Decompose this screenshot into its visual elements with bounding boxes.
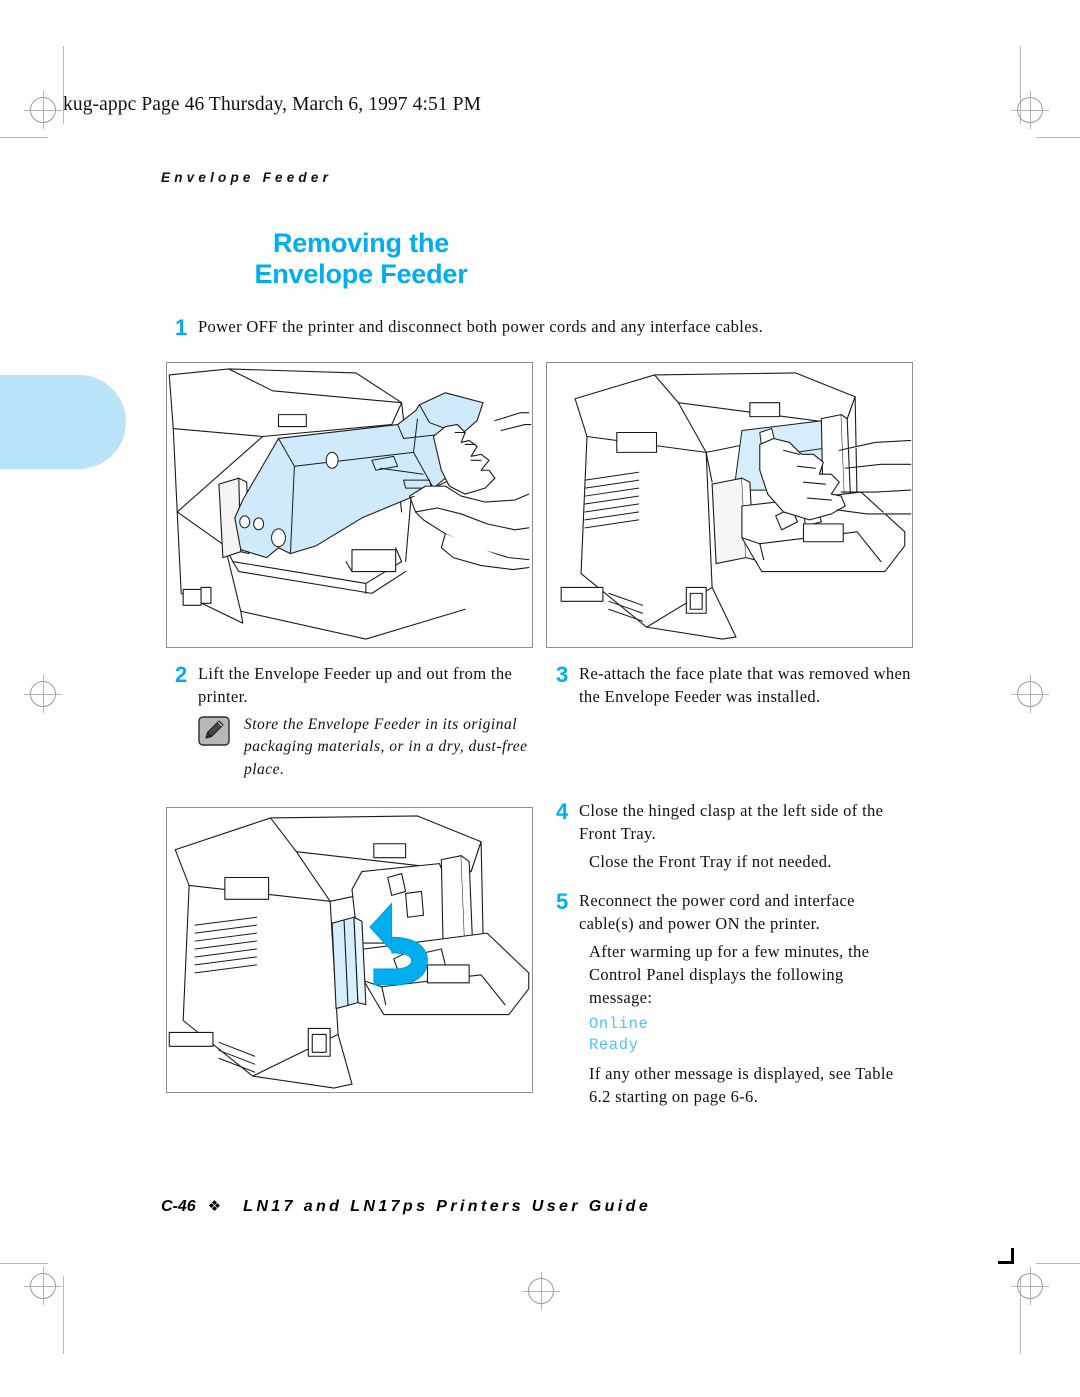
figure-remove-envelope-feeder xyxy=(166,362,533,648)
step-1-text: Power OFF the printer and disconnect bot… xyxy=(198,317,764,336)
footer-guide-title: LN17 and LN17ps Printers User Guide xyxy=(243,1198,652,1215)
control-panel-message-line-1: Online xyxy=(589,1015,649,1033)
registration-mark-top-left xyxy=(24,91,62,129)
crop-line-left-top-horizontal xyxy=(0,137,48,138)
step-3-number: 3 xyxy=(556,662,569,687)
note-text: Store the Envelope Feeder in its origina… xyxy=(244,716,528,778)
crop-line-right-bottom-horizontal xyxy=(1036,1263,1080,1264)
step-5-text: Reconnect the power cord and interface c… xyxy=(579,891,855,933)
crop-corner-mark-bottom-right xyxy=(998,1248,1014,1264)
registration-mark-bottom-center xyxy=(522,1272,560,1310)
paragraph-other-message: If any other message is displayed, see T… xyxy=(589,1064,894,1106)
crop-line-left-bottom-horizontal xyxy=(0,1263,48,1264)
page-title-line-2: Envelope Feeder xyxy=(254,258,468,289)
step-5: 5 Reconnect the power cord and interface… xyxy=(556,890,911,936)
registration-mark-mid-left xyxy=(24,675,62,713)
step-2-number: 2 xyxy=(175,662,188,687)
step-3-text: Re-attach the face plate that was remove… xyxy=(579,664,911,706)
registration-mark-mid-right xyxy=(1011,675,1049,713)
crop-line-bottom-left-vertical xyxy=(63,1276,64,1354)
registration-mark-top-right xyxy=(1011,91,1049,129)
page-title: Removing the Envelope Feeder xyxy=(161,228,561,289)
crop-line-right-top-horizontal xyxy=(1036,137,1080,138)
step-5-number: 5 xyxy=(556,889,569,914)
page-footer: C-46 ❖ LN17 and LN17ps Printers User Gui… xyxy=(161,1197,651,1216)
step-4-number: 4 xyxy=(556,799,569,824)
step-4-text: Close the hinged clasp at the left side … xyxy=(579,801,884,843)
step-1: 1 Power OFF the printer and disconnect b… xyxy=(175,316,915,339)
step-4: 4 Close the hinged clasp at the left sid… xyxy=(556,800,911,846)
running-head: Envelope Feeder xyxy=(161,170,333,185)
page-title-line-1: Removing the xyxy=(272,228,450,258)
step-3: 3 Re-attach the face plate that was remo… xyxy=(556,663,916,709)
pencil-icon xyxy=(198,716,232,748)
note-store-feeder: Store the Envelope Feeder in its origina… xyxy=(198,714,528,781)
step-2: 2 Lift the Envelope Feeder up and out fr… xyxy=(175,663,527,709)
chapter-thumb-tab xyxy=(0,375,126,469)
figure-close-hinged-clasp xyxy=(166,807,533,1093)
registration-mark-bottom-left xyxy=(24,1267,62,1305)
paragraph-close-front-tray: Close the Front Tray if not needed. xyxy=(589,852,832,871)
step-2-text: Lift the Envelope Feeder up and out from… xyxy=(198,664,513,706)
step-1-number: 1 xyxy=(175,315,188,340)
control-panel-message: Online Ready xyxy=(589,1014,648,1057)
footer-ornament-icon: ❖ xyxy=(207,1198,222,1215)
footer-page-number: C-46 xyxy=(161,1198,196,1215)
registration-mark-bottom-right xyxy=(1011,1267,1049,1305)
figure-reattach-face-plate xyxy=(546,362,913,648)
file-header-stamp: kug-appc Page 46 Thursday, March 6, 1997… xyxy=(63,94,482,115)
control-panel-message-line-2: Ready xyxy=(589,1036,639,1055)
paragraph-after-warming-up: After warming up for a few minutes, the … xyxy=(589,942,870,1007)
